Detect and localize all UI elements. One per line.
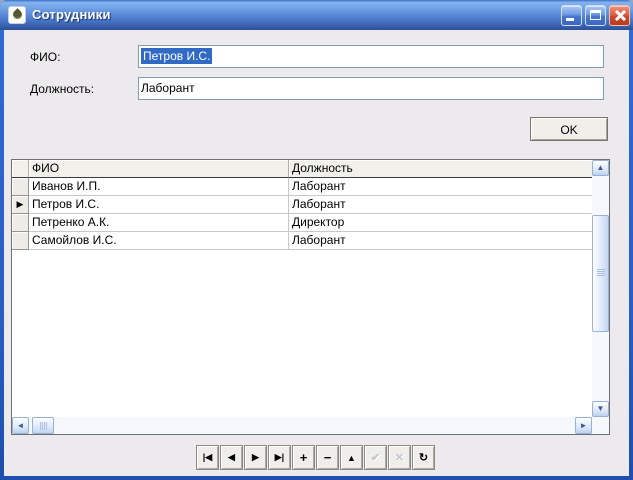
app-window: Сотрудники ФИО: Петров И.С. Должность: Л… — [0, 0, 633, 480]
maximize-icon — [590, 10, 601, 20]
nav-edit-button[interactable]: ▲ — [340, 445, 363, 470]
row-indicator — [12, 232, 29, 250]
db-navigator: |◀ ◀ ▶ ▶| + − ▲ ✔ ✕ ↻ — [196, 445, 435, 470]
nav-next-button[interactable]: ▶ — [244, 445, 267, 470]
position-input[interactable]: Лаборант — [138, 77, 604, 100]
cell-position[interactable]: Директор — [289, 214, 592, 232]
row-indicator — [12, 214, 29, 232]
nav-prior-button[interactable]: ◀ — [220, 445, 243, 470]
horizontal-scroll-thumb[interactable] — [32, 417, 54, 434]
employees-grid: ФИО Должность Иванов И.П. Лаборант ▶ Пет… — [11, 159, 610, 435]
nav-first-button[interactable]: |◀ — [196, 445, 219, 470]
vertical-scrollbar[interactable]: ▲ ▼ — [592, 160, 609, 417]
window-title: Сотрудники — [32, 7, 111, 22]
maximize-button[interactable] — [585, 5, 606, 26]
ok-button[interactable]: OK — [530, 117, 608, 141]
form-client-area: ФИО: Петров И.С. Должность: Лаборант OK … — [4, 30, 629, 476]
app-icon — [8, 6, 26, 24]
minimize-icon — [566, 18, 574, 21]
fio-selected-text: Петров И.С. — [141, 48, 212, 64]
nav-refresh-button[interactable]: ↻ — [412, 445, 435, 470]
fio-label: ФИО: — [30, 50, 60, 64]
cell-fio[interactable]: Петренко А.К. — [29, 214, 289, 232]
scroll-down-button[interactable]: ▼ — [592, 401, 609, 417]
nav-cancel-button[interactable]: ✕ — [388, 445, 411, 470]
row-indicator — [12, 178, 29, 196]
chevron-left-icon: ◄ — [17, 421, 25, 430]
grid-header-position[interactable]: Должность — [289, 160, 592, 178]
table-row-current[interactable]: ▶ Петров И.С. Лаборант — [12, 196, 592, 214]
grid-header-row: ФИО Должность — [12, 160, 592, 178]
fio-input[interactable]: Петров И.С. — [138, 45, 604, 68]
minimize-button[interactable] — [561, 5, 582, 26]
nav-last-button[interactable]: ▶| — [268, 445, 291, 470]
thumb-grip-icon — [597, 269, 605, 276]
nav-insert-button[interactable]: + — [292, 445, 315, 470]
position-text: Лаборант — [141, 81, 195, 95]
position-label: Должность: — [30, 82, 94, 96]
droplet-icon — [11, 8, 24, 21]
grid-header-indicator — [12, 160, 29, 178]
cell-position[interactable]: Лаборант — [289, 232, 592, 250]
scroll-left-button[interactable]: ◄ — [12, 417, 29, 434]
scroll-up-button[interactable]: ▲ — [592, 160, 609, 176]
horizontal-scrollbar[interactable]: ◄ ► — [12, 417, 609, 434]
scroll-right-button[interactable]: ► — [575, 417, 592, 434]
chevron-up-icon: ▲ — [597, 163, 605, 172]
thumb-grip-icon — [40, 422, 47, 430]
row-indicator-current: ▶ — [12, 196, 29, 214]
cell-position[interactable]: Лаборант — [289, 178, 592, 196]
title-bar[interactable]: Сотрудники — [0, 0, 633, 30]
cell-fio[interactable]: Самойлов И.С. — [29, 232, 289, 250]
grid-header-fio[interactable]: ФИО — [29, 160, 289, 178]
cell-fio[interactable]: Петров И.С. — [29, 196, 289, 214]
close-icon — [613, 9, 626, 22]
table-row[interactable]: Самойлов И.С. Лаборант — [12, 232, 592, 250]
cell-fio[interactable]: Иванов И.П. — [29, 178, 289, 196]
cell-position[interactable]: Лаборант — [289, 196, 592, 214]
chevron-right-icon: ► — [580, 421, 588, 430]
current-row-arrow-icon: ▶ — [17, 199, 24, 209]
table-row[interactable]: Петренко А.К. Директор — [12, 214, 592, 232]
table-row[interactable]: Иванов И.П. Лаборант — [12, 178, 592, 196]
nav-delete-button[interactable]: − — [316, 445, 339, 470]
vertical-scroll-thumb[interactable] — [592, 215, 609, 332]
chevron-down-icon: ▼ — [597, 404, 605, 413]
close-button[interactable] — [609, 5, 630, 26]
nav-post-button[interactable]: ✔ — [364, 445, 387, 470]
